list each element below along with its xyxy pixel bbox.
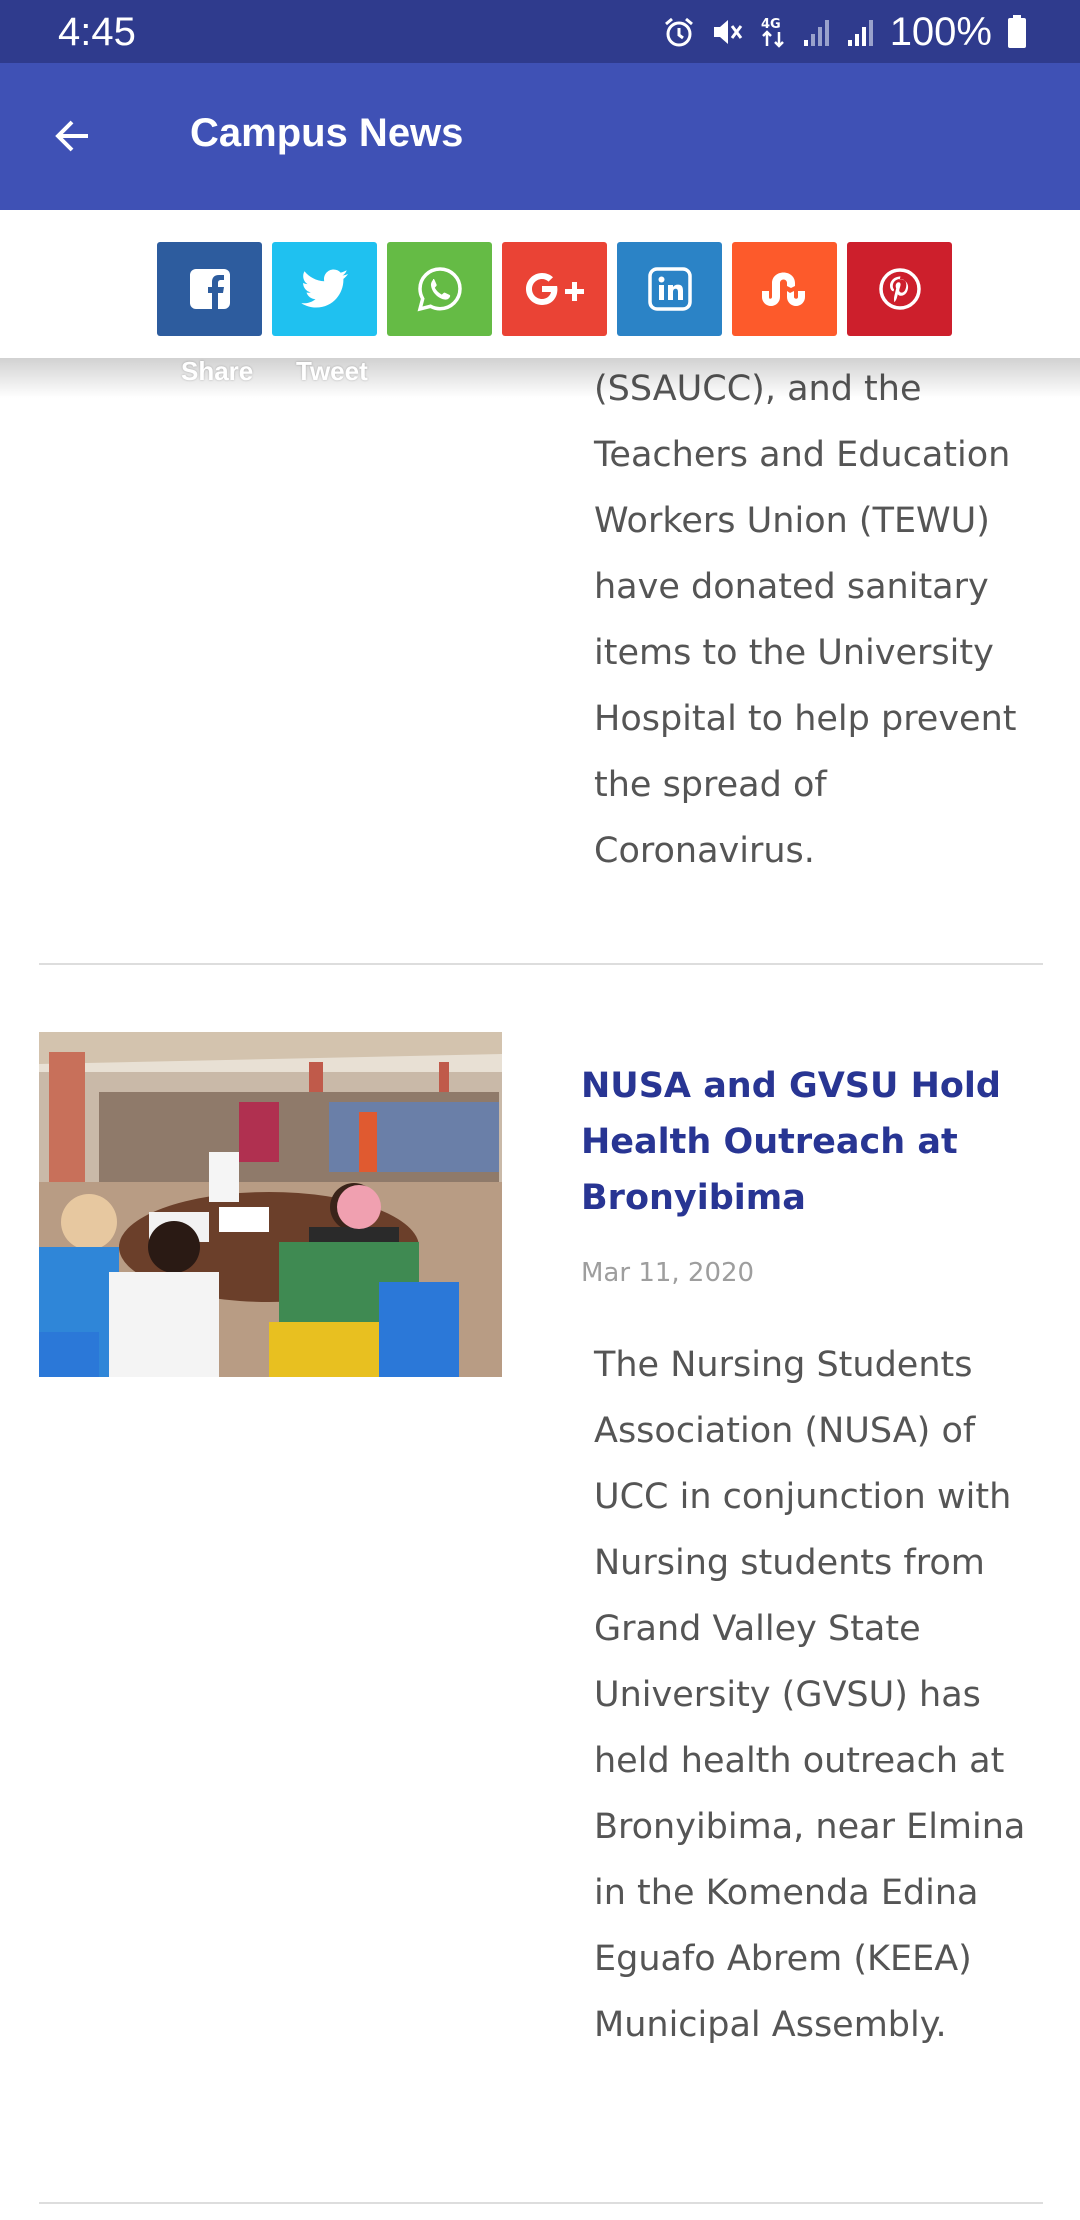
stumbleupon-share-button[interactable] [732,242,837,336]
google-plus-share-button[interactable] [502,242,607,336]
article-excerpt: The Nursing Students Association (NUSA) … [594,1345,1026,2045]
app-bar: Campus News [0,63,1080,210]
battery-icon [1006,14,1028,50]
divider [39,2202,1043,2204]
alarm-icon [662,15,696,49]
arrow-back-icon [55,120,88,152]
share-label: Share [181,356,254,386]
svg-text:4G: 4G [761,17,781,32]
twitter-share-button[interactable] [272,242,377,336]
google-plus-icon [525,273,584,305]
stumbleupon-icon [761,272,805,306]
tweet-label: Tweet [296,356,368,386]
signal-icon [802,16,832,48]
pinterest-icon [878,268,921,310]
pinterest-share-button[interactable] [847,242,952,336]
status-bar: 4:45 4G 100% [0,0,1080,63]
whatsapp-icon [417,267,462,312]
article-title[interactable]: NUSA and GVSU Hold Health Outreach at Br… [581,1058,1041,1226]
signal-icon [846,16,876,48]
divider [39,963,1043,965]
whatsapp-share-button[interactable] [387,242,492,336]
linkedin-icon [647,267,692,311]
article-excerpt: (SSAUCC), and the Teachers and Education… [594,369,1017,871]
article-date: Mar 11, 2020 [581,1258,755,1288]
back-button[interactable] [40,105,104,169]
status-time: 4:45 [58,10,136,54]
article-image[interactable] [39,1032,502,1377]
4g-data-icon: 4G [758,14,788,50]
mute-icon [710,15,744,49]
facebook-share-button[interactable] [157,242,262,336]
battery-percentage: 100% [889,9,992,54]
linkedin-share-button[interactable] [617,242,722,336]
twitter-icon [300,269,348,308]
page-title: Campus News [190,111,464,155]
facebook-icon [189,269,230,309]
share-toolbar [0,210,1080,358]
outreach-photo [39,1032,502,1377]
toolbar-shadow [0,358,1080,398]
